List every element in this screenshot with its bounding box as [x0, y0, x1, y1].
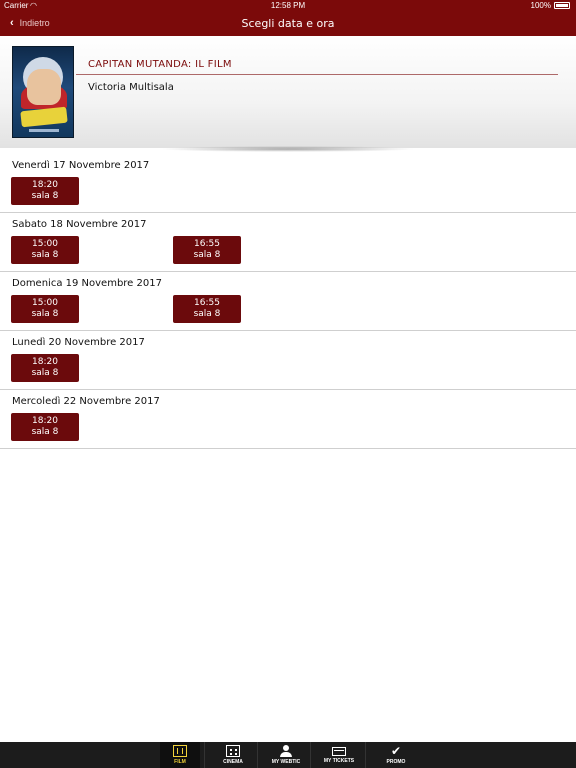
tab-label: MY TICKETS: [323, 758, 355, 764]
navigation-bar: ‹ Indietro Scegli data e ora: [0, 12, 576, 36]
showtime-button[interactable]: 18:20 sala 8: [11, 354, 79, 382]
tab-label: PROMO: [386, 759, 406, 765]
battery-percent: 100%: [530, 1, 551, 10]
showtime-time: 18:20: [32, 357, 58, 367]
tab-promo[interactable]: ✔ PROMO: [376, 742, 416, 768]
showtime-button[interactable]: 16:55 sala 8: [173, 236, 241, 264]
battery-icon: [554, 2, 570, 9]
day-row: Sabato 18 Novembre 2017 15:00 sala 8 16:…: [0, 213, 576, 272]
showtime-room: sala 8: [31, 191, 59, 201]
showtime-time: 15:00: [32, 298, 58, 308]
check-icon: ✔: [390, 744, 402, 758]
day-label: Venerdì 17 Novembre 2017: [12, 160, 150, 171]
tab-my-tickets[interactable]: MY TICKETS: [319, 742, 359, 768]
battery-indicator: 100%: [531, 1, 570, 10]
day-row: Mercoledì 22 Novembre 2017 18:20 sala 8: [0, 390, 576, 449]
day-row: Domenica 19 Novembre 2017 15:00 sala 8 1…: [0, 272, 576, 331]
showtime-button[interactable]: 15:00 sala 8: [11, 295, 79, 323]
film-icon: [173, 745, 187, 757]
showtime-room: sala 8: [31, 427, 59, 437]
day-label: Sabato 18 Novembre 2017: [12, 219, 147, 230]
showtime-room: sala 8: [31, 368, 59, 378]
showtime-room: sala 8: [193, 250, 221, 260]
title-divider: [76, 74, 558, 75]
user-icon: [279, 745, 293, 757]
ticket-icon: [332, 747, 346, 756]
day-label: Mercoledì 22 Novembre 2017: [12, 396, 160, 407]
day-label: Lunedì 20 Novembre 2017: [12, 337, 145, 348]
tab-label: FILM: [174, 759, 186, 765]
tab-my-webtic[interactable]: MY WEBTIC: [266, 742, 306, 768]
movie-header: CAPITAN MUTANDA: IL FILM Victoria Multis…: [0, 36, 576, 152]
showtime-button[interactable]: 18:20 sala 8: [11, 177, 79, 205]
movie-title: CAPITAN MUTANDA: IL FILM: [88, 59, 232, 70]
cinema-name: Victoria Multisala: [88, 82, 174, 93]
showtime-time: 15:00: [32, 239, 58, 249]
day-row: Venerdì 17 Novembre 2017 18:20 sala 8: [0, 154, 576, 213]
showtime-time: 16:55: [194, 298, 220, 308]
showtime-time: 16:55: [194, 239, 220, 249]
tab-bar: FILM CINEMA MY WEBTIC MY TICKETS ✔ PROMO: [0, 742, 576, 768]
status-bar: Carrier ◠ 12:58 PM 100%: [0, 0, 576, 12]
showtime-button[interactable]: 18:20 sala 8: [11, 413, 79, 441]
page-title: Scegli data e ora: [241, 17, 335, 30]
showtime-button[interactable]: 16:55 sala 8: [173, 295, 241, 323]
header-shadow: [160, 146, 416, 152]
showtime-button[interactable]: 15:00 sala 8: [11, 236, 79, 264]
tab-film[interactable]: FILM: [160, 742, 200, 768]
status-time: 12:58 PM: [270, 1, 306, 10]
movie-poster: [12, 46, 74, 138]
showtime-time: 18:20: [32, 180, 58, 190]
tab-cinema[interactable]: CINEMA: [213, 742, 253, 768]
tab-label: MY WEBTIC: [271, 759, 301, 765]
showtime-room: sala 8: [31, 250, 59, 260]
showtime-list: Venerdì 17 Novembre 2017 18:20 sala 8 Sa…: [0, 154, 576, 449]
tab-label: CINEMA: [223, 759, 243, 765]
showtime-room: sala 8: [193, 309, 221, 319]
day-row: Lunedì 20 Novembre 2017 18:20 sala 8: [0, 331, 576, 390]
showtime-time: 18:20: [32, 416, 58, 426]
showtime-room: sala 8: [31, 309, 59, 319]
building-icon: [226, 745, 240, 757]
day-label: Domenica 19 Novembre 2017: [12, 278, 162, 289]
